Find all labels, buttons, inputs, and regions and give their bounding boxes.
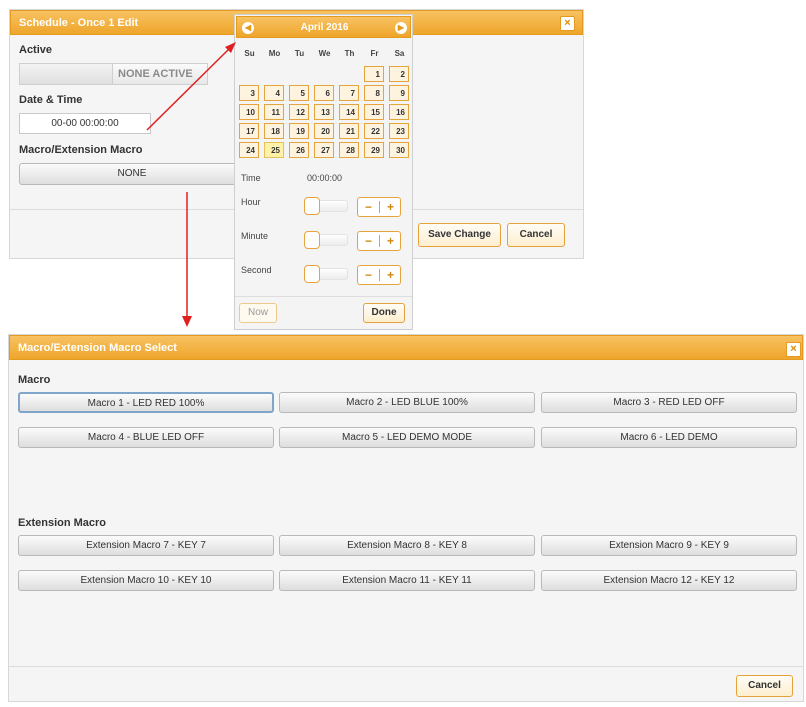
macro-footer-divider <box>9 666 803 667</box>
close-icon[interactable]: × <box>560 16 575 31</box>
weekday-header: Mo <box>268 49 281 58</box>
macro-extension-label: Macro/Extension Macro <box>19 144 143 156</box>
calendar-day[interactable]: 27 <box>314 142 334 158</box>
macro-button[interactable]: Macro 6 - LED DEMO <box>541 427 797 448</box>
hour-slider-handle[interactable] <box>304 197 320 215</box>
calendar-day-today[interactable]: 25 <box>264 142 284 158</box>
calendar-month-title: April 2016 <box>300 22 349 33</box>
calendar-day[interactable]: 11 <box>264 104 284 120</box>
minute-slider[interactable] <box>304 231 348 249</box>
calendar-day[interactable]: 24 <box>239 142 259 158</box>
second-plus-button[interactable]: + <box>380 268 401 282</box>
extension-macro-button[interactable]: Extension Macro 7 - KEY 7 <box>18 535 274 556</box>
macro-button[interactable]: Macro 3 - RED LED OFF <box>541 392 797 413</box>
schedule-dialog-title: Schedule - Once 1 Edit <box>19 17 139 29</box>
calendar-day[interactable]: 18 <box>264 123 284 139</box>
calendar-day[interactable]: 21 <box>339 123 359 139</box>
calendar-day[interactable]: 12 <box>289 104 309 120</box>
calendar-day[interactable]: 6 <box>314 85 334 101</box>
second-minus-button[interactable]: − <box>358 268 379 282</box>
date-picker: ◀ April 2016 ▶ Su Mo Tu We Th Fr Sa 1234567891… <box>234 14 413 330</box>
minute-plus-button[interactable]: + <box>380 234 401 248</box>
calendar-day[interactable]: 7 <box>339 85 359 101</box>
calendar-day[interactable]: 16 <box>389 104 409 120</box>
weekday-header: Sa <box>394 49 405 58</box>
calendar-day[interactable]: 14 <box>339 104 359 120</box>
macro-button[interactable]: Macro 4 - BLUE LED OFF <box>18 427 274 448</box>
calendar-day[interactable]: 13 <box>314 104 334 120</box>
calendar-day[interactable]: 8 <box>364 85 384 101</box>
calendar-day[interactable]: 30 <box>389 142 409 158</box>
calendar-day[interactable]: 20 <box>314 123 334 139</box>
calendar-footer-divider <box>235 296 412 297</box>
hour-label: Hour <box>241 197 261 207</box>
minute-minus-button[interactable]: − <box>358 234 379 248</box>
datetime-label: Date & Time <box>19 94 83 106</box>
macro-section-label: Macro <box>18 374 51 386</box>
calendar-day[interactable]: 17 <box>239 123 259 139</box>
minute-slider-handle[interactable] <box>304 231 320 249</box>
weekday-header: Fr <box>370 49 379 58</box>
time-label: Time <box>241 173 261 183</box>
calendar-day[interactable]: 22 <box>364 123 384 139</box>
second-stepper: − + <box>357 265 401 285</box>
calendar-day[interactable]: 29 <box>364 142 384 158</box>
save-change-button[interactable]: Save Change <box>418 223 501 247</box>
macro-dialog-titlebar: Macro/Extension Macro Select × <box>9 335 803 360</box>
cancel-button[interactable]: Cancel <box>507 223 565 247</box>
macro-dialog-title: Macro/Extension Macro Select <box>18 342 177 354</box>
done-button[interactable]: Done <box>363 303 405 323</box>
next-month-icon[interactable]: ▶ <box>395 22 407 34</box>
active-toggle-off-half <box>20 64 113 84</box>
hour-slider[interactable] <box>304 197 348 215</box>
hour-plus-button[interactable]: + <box>380 200 401 214</box>
extension-macro-button[interactable]: Extension Macro 11 - KEY 11 <box>279 570 535 591</box>
active-toggle[interactable]: NONE ACTIVE <box>19 63 208 85</box>
calendar-day[interactable]: 2 <box>389 66 409 82</box>
second-slider[interactable] <box>304 265 348 283</box>
weekday-header: Su <box>244 49 255 58</box>
hour-stepper: − + <box>357 197 401 217</box>
calendar-header: ◀ April 2016 ▶ <box>236 16 411 38</box>
weekday-header: We <box>318 49 331 58</box>
extension-macro-button[interactable]: Extension Macro 9 - KEY 9 <box>541 535 797 556</box>
weekday-header: Tu <box>294 49 305 58</box>
macro-button[interactable]: Macro 2 - LED BLUE 100% <box>279 392 535 413</box>
second-label: Second <box>241 265 272 275</box>
calendar-day[interactable]: 10 <box>239 104 259 120</box>
calendar-day[interactable]: 19 <box>289 123 309 139</box>
weekday-header: Th <box>344 49 355 58</box>
extension-macro-button[interactable]: Extension Macro 8 - KEY 8 <box>279 535 535 556</box>
macro-button[interactable]: Macro 1 - LED RED 100% <box>18 392 274 413</box>
close-icon[interactable]: × <box>786 342 801 357</box>
calendar-day[interactable]: 9 <box>389 85 409 101</box>
cancel-button[interactable]: Cancel <box>736 675 793 697</box>
calendar-day[interactable]: 4 <box>264 85 284 101</box>
calendar-day[interactable]: 15 <box>364 104 384 120</box>
minute-label: Minute <box>241 231 269 241</box>
calendar-day[interactable]: 5 <box>289 85 309 101</box>
time-value: 00:00:00 <box>307 173 343 183</box>
datetime-input[interactable]: 00-00 00:00:00 <box>19 113 151 134</box>
calendar-day[interactable]: 26 <box>289 142 309 158</box>
second-slider-handle[interactable] <box>304 265 320 283</box>
macro-button[interactable]: Macro 5 - LED DEMO MODE <box>279 427 535 448</box>
calendar-day[interactable]: 1 <box>364 66 384 82</box>
extension-macro-button[interactable]: Extension Macro 10 - KEY 10 <box>18 570 274 591</box>
calendar-day[interactable]: 3 <box>239 85 259 101</box>
active-toggle-value: NONE ACTIVE <box>118 68 193 80</box>
arrow-to-macro-dialog-head <box>182 316 192 327</box>
calendar-day[interactable]: 23 <box>389 123 409 139</box>
extension-macro-button[interactable]: Extension Macro 12 - KEY 12 <box>541 570 797 591</box>
now-button[interactable]: Now <box>239 303 277 323</box>
minute-stepper: − + <box>357 231 401 251</box>
extension-macro-section-label: Extension Macro <box>18 517 107 529</box>
hour-minus-button[interactable]: − <box>358 200 379 214</box>
macro-select-dialog: Macro/Extension Macro Select × Macro Mac… <box>8 334 804 702</box>
macro-select-button[interactable]: NONE <box>19 163 245 185</box>
active-label: Active <box>19 44 53 56</box>
calendar-day[interactable]: 28 <box>339 142 359 158</box>
